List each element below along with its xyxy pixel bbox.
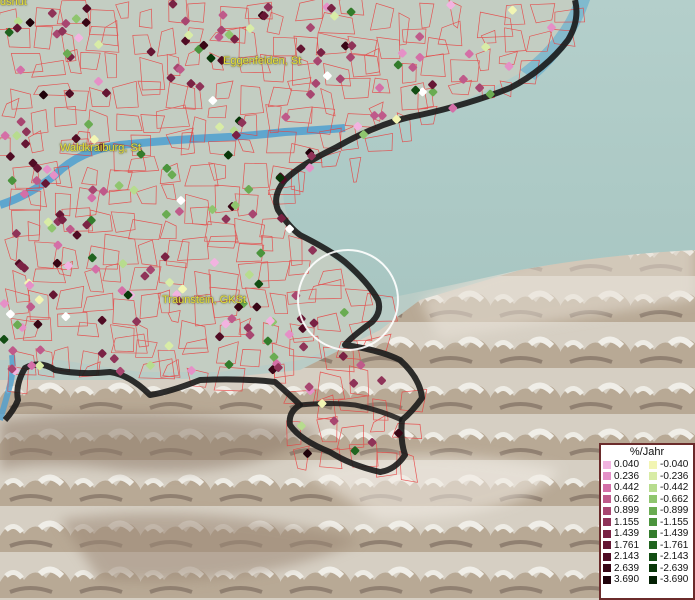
- legend-swatch: [649, 518, 657, 527]
- city-label-eggenfelden: Eggenfelden, St: [223, 55, 302, 67]
- legend-value: -0.899: [660, 505, 689, 516]
- legend-swatch: [603, 483, 611, 492]
- legend-entry-negative: -0.662: [647, 494, 693, 506]
- legend-row: 1.761 -1.761: [601, 540, 693, 552]
- legend-entry-negative: -0.442: [647, 482, 693, 494]
- legend-value: -1.155: [660, 516, 689, 528]
- legend-entry-negative: -0.236: [647, 471, 693, 483]
- legend-swatch: [649, 495, 657, 504]
- legend-value: 1.155: [614, 516, 640, 528]
- legend-swatch: [603, 552, 611, 561]
- legend-value: 2.639: [614, 562, 640, 574]
- legend-row: 0.040 -0.040: [601, 459, 693, 471]
- legend-swatch: [603, 541, 611, 550]
- legend-entry-negative: -0.899: [647, 505, 693, 517]
- legend-value: -2.143: [660, 551, 689, 562]
- city-label-waldkraiburg: Waldkraiburg, St: [60, 142, 141, 154]
- legend-row: 2.143 -2.143: [601, 551, 693, 563]
- legend-entry-positive: 3.690: [601, 574, 647, 586]
- legend-swatch: [649, 483, 657, 492]
- legend-swatch: [649, 564, 657, 573]
- legend-row: 1.155 -1.155: [601, 517, 693, 529]
- legend-rows: 0.040 -0.040 0.236 -0.236 0.442 -0.442 0.662 -0…: [601, 459, 693, 586]
- legend-swatch: [649, 472, 657, 481]
- city-label-top-left-partial: dshut: [0, 0, 27, 8]
- legend-entry-positive: 0.899: [601, 505, 647, 517]
- legend-swatch: [603, 460, 611, 469]
- legend-entry-positive: 1.761: [601, 540, 647, 552]
- legend-value: 1.761: [614, 539, 640, 551]
- legend-swatch: [603, 518, 611, 527]
- legend-value: 0.662: [614, 493, 640, 505]
- legend-entry-positive: 0.040: [601, 459, 647, 471]
- legend-value: -3.690: [660, 574, 689, 585]
- legend-swatch: [603, 564, 611, 573]
- legend-value: -0.236: [660, 470, 689, 482]
- map-legend: %/Jahr 0.040 -0.040 0.236 -0.236 0.442 -0.442…: [599, 443, 695, 600]
- map-canvas[interactable]: [0, 0, 695, 600]
- legend-value: 0.899: [614, 505, 640, 516]
- legend-entry-positive: 1.439: [601, 528, 647, 540]
- legend-entry-negative: -2.639: [647, 563, 693, 575]
- legend-value: -1.439: [660, 528, 689, 539]
- legend-entry-negative: -1.439: [647, 528, 693, 540]
- legend-row: 0.236 -0.236: [601, 471, 693, 483]
- legend-swatch: [603, 575, 611, 584]
- legend-value: -2.639: [660, 562, 689, 574]
- legend-entry-positive: 2.143: [601, 551, 647, 563]
- legend-value: -0.662: [660, 493, 689, 505]
- legend-value: -0.040: [660, 459, 689, 470]
- map-view[interactable]: dshut Eggenfelden, St Waldkraiburg, St T…: [0, 0, 695, 600]
- legend-value: 0.040: [614, 459, 640, 470]
- legend-row: 0.662 -0.662: [601, 494, 693, 506]
- legend-entry-positive: 2.639: [601, 563, 647, 575]
- legend-row: 3.690 -3.690: [601, 574, 693, 586]
- legend-swatch: [603, 506, 611, 515]
- legend-entry-positive: 0.236: [601, 471, 647, 483]
- legend-swatch: [649, 506, 657, 515]
- legend-swatch: [649, 529, 657, 538]
- legend-row: 0.442 -0.442: [601, 482, 693, 494]
- legend-swatch: [649, 460, 657, 469]
- legend-entry-negative: -1.761: [647, 540, 693, 552]
- legend-value: -0.442: [660, 482, 689, 493]
- legend-value: 3.690: [614, 574, 640, 585]
- legend-value: 2.143: [614, 551, 640, 562]
- legend-entry-positive: 0.662: [601, 494, 647, 506]
- legend-value: 0.442: [614, 482, 640, 493]
- legend-swatch: [649, 575, 657, 584]
- legend-entry-negative: -3.690: [647, 574, 693, 586]
- legend-entry-positive: 0.442: [601, 482, 647, 494]
- legend-row: 2.639 -2.639: [601, 563, 693, 575]
- legend-entry-negative: -1.155: [647, 517, 693, 529]
- legend-swatch: [603, 472, 611, 481]
- legend-value: 1.439: [614, 528, 640, 539]
- legend-swatch: [649, 541, 657, 550]
- legend-value: 0.236: [614, 470, 640, 482]
- legend-swatch: [649, 552, 657, 561]
- legend-swatch: [603, 529, 611, 538]
- legend-title: %/Jahr: [629, 446, 665, 458]
- legend-row: 0.899 -0.899: [601, 505, 693, 517]
- legend-value: -1.761: [660, 539, 689, 551]
- legend-entry-negative: -2.143: [647, 551, 693, 563]
- legend-row: 1.439 -1.439: [601, 528, 693, 540]
- legend-swatch: [603, 495, 611, 504]
- city-label-traunstein: Traunstein, GKSt: [162, 294, 246, 306]
- legend-entry-negative: -0.040: [647, 459, 693, 471]
- legend-entry-positive: 1.155: [601, 517, 647, 529]
